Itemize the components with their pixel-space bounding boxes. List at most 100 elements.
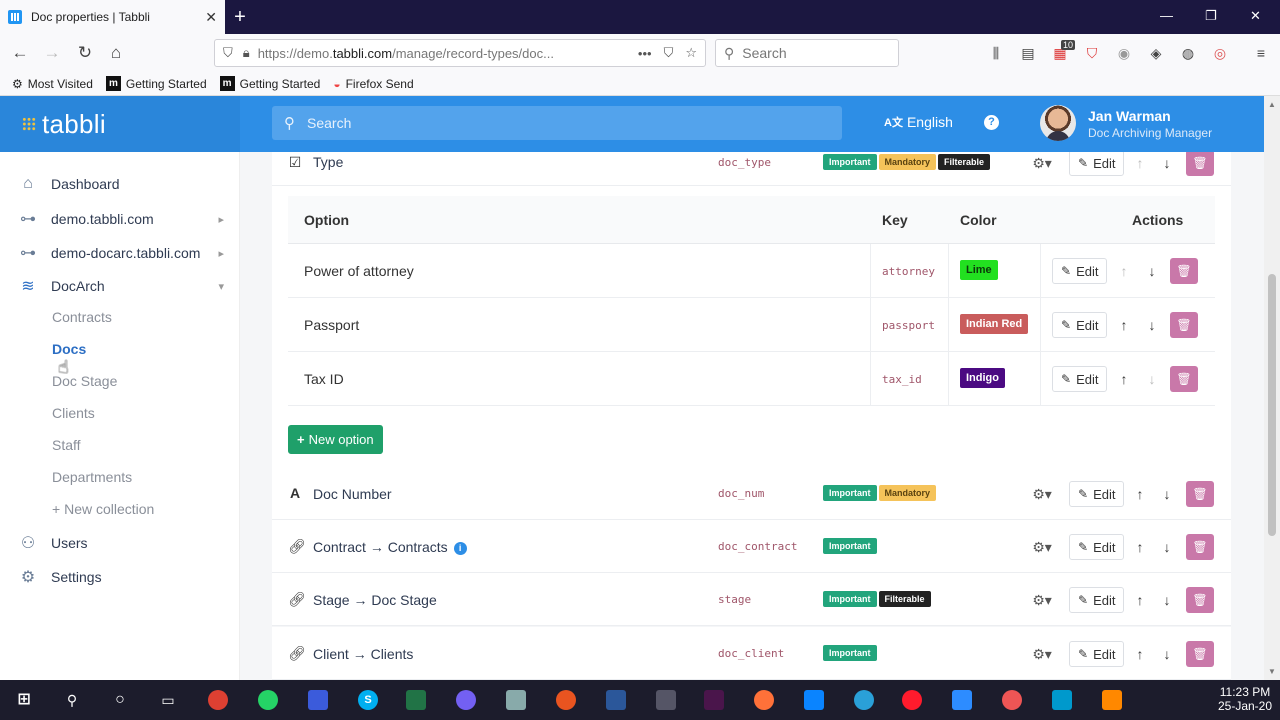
browser-search-input[interactable]: ⚲ Search	[715, 39, 899, 67]
language-selector[interactable]: A文 English	[884, 114, 953, 130]
edit-button[interactable]: ✎ Edit	[1069, 587, 1125, 613]
scroll-up-icon[interactable]: ▲	[1268, 100, 1276, 109]
browser-tab[interactable]: Doc properties | Tabbli ✕	[0, 0, 225, 34]
edit-button[interactable]: ✎ Edit	[1069, 641, 1125, 667]
sidebar-sub-docs[interactable]: Docs	[52, 341, 86, 357]
user-name[interactable]: Jan Warman	[1088, 108, 1171, 124]
bookmark-star-icon[interactable]: ☆	[685, 45, 697, 61]
restore-icon[interactable]: ❐	[1205, 8, 1217, 24]
sidebar-item-settings[interactable]: ⚙ Settings	[18, 567, 230, 587]
edit-button[interactable]: ✎ Edit	[1069, 481, 1125, 507]
app-icon[interactable]	[606, 690, 626, 710]
move-up-button[interactable]: ↑	[1111, 258, 1137, 284]
app-search-input[interactable]: ⚲ Search	[272, 106, 842, 140]
settings-dropdown-button[interactable]: ⚙▾	[1024, 587, 1060, 613]
addon-icon[interactable]: ◎	[1212, 45, 1228, 61]
move-up-button[interactable]: ↑	[1127, 481, 1153, 507]
sidebar-new-collection[interactable]: + New collection	[52, 501, 154, 517]
delete-button[interactable]: 🗑︎	[1186, 152, 1214, 176]
move-up-button[interactable]: ↑	[1127, 641, 1153, 667]
move-up-button[interactable]: ↑	[1127, 534, 1153, 560]
settings-dropdown-button[interactable]: ⚙▾	[1024, 481, 1060, 507]
layers-icon[interactable]: ◈	[1148, 45, 1164, 61]
move-down-button[interactable]: ↓	[1154, 481, 1180, 507]
minimize-icon[interactable]: —	[1160, 8, 1173, 23]
search-icon[interactable]: ⚲	[62, 690, 82, 710]
system-clock[interactable]: 11:23 PM 25-Jan-20	[1210, 685, 1280, 713]
delete-button[interactable]: 🗑︎	[1170, 258, 1198, 284]
sidebar-item-dashboard[interactable]: ⌂ Dashboard	[18, 175, 230, 193]
new-option-button[interactable]: + New option	[288, 425, 383, 454]
window-close-icon[interactable]: ✕	[1250, 8, 1261, 24]
pocket-icon[interactable]: ⛉	[664, 45, 674, 61]
move-down-button[interactable]: ↓	[1154, 587, 1180, 613]
skype-icon[interactable]: S	[358, 690, 378, 710]
delete-button[interactable]: 🗑︎	[1186, 587, 1214, 613]
help-icon[interactable]: ?	[984, 115, 999, 130]
sidebar-item-demo-docarc[interactable]: ⊶ demo-docarc.tabbli.com ▸	[18, 243, 230, 263]
page-scrollbar[interactable]: ▲ ▼	[1264, 96, 1280, 680]
edit-button[interactable]: ✎ Edit	[1052, 258, 1108, 284]
move-down-button[interactable]: ↓	[1139, 366, 1165, 392]
app-icon[interactable]	[804, 690, 824, 710]
forward-icon[interactable]: →	[42, 43, 62, 63]
bookmark-most-visited[interactable]: ⚙ Most Visited	[12, 77, 93, 91]
firefox-icon[interactable]	[754, 690, 774, 710]
move-down-button[interactable]: ↓	[1154, 152, 1180, 176]
viber-icon[interactable]	[456, 690, 476, 710]
scroll-down-icon[interactable]: ▼	[1268, 667, 1276, 676]
windows-start-icon[interactable]: ⊞	[14, 690, 34, 710]
delete-button[interactable]: 🗑︎	[1186, 641, 1214, 667]
sidebar-sub-staff[interactable]: Staff	[52, 437, 81, 453]
mask-icon[interactable]: ◉	[1116, 45, 1132, 61]
settings-dropdown-button[interactable]: ⚙▾	[1024, 152, 1060, 176]
delete-button[interactable]: 🗑︎	[1186, 534, 1214, 560]
sidebar-sub-clients[interactable]: Clients	[52, 405, 95, 421]
sidebar-item-demo-tabbli[interactable]: ⊶ demo.tabbli.com ▸	[18, 209, 230, 229]
home-icon[interactable]: ⌂	[106, 43, 126, 63]
excel-icon[interactable]	[406, 690, 426, 710]
app-icon[interactable]	[1052, 690, 1072, 710]
tab-close-icon[interactable]: ✕	[205, 9, 217, 26]
delete-button[interactable]: 🗑︎	[1186, 481, 1214, 507]
bookmark-getting-started-2[interactable]: m Getting Started	[219, 76, 320, 91]
pocket-ext-icon[interactable]: ⛉	[1084, 45, 1100, 61]
app-logo[interactable]: tabbli	[0, 96, 240, 152]
edit-button[interactable]: ✎ Edit	[1052, 312, 1108, 338]
delete-button[interactable]: 🗑︎	[1170, 312, 1198, 338]
save-icon[interactable]	[308, 690, 328, 710]
scrollbar-thumb[interactable]	[1268, 274, 1276, 536]
move-up-button[interactable]: ↑	[1111, 312, 1137, 338]
page-actions-icon[interactable]: •••	[638, 46, 652, 61]
app-icon[interactable]	[1102, 690, 1122, 710]
chrome-icon[interactable]	[208, 690, 228, 710]
edit-button[interactable]: ✎ Edit	[1069, 152, 1125, 176]
move-up-button[interactable]: ↑	[1111, 366, 1137, 392]
move-up-button[interactable]: ↑	[1127, 152, 1153, 176]
info-icon[interactable]: i	[453, 542, 467, 555]
sidebar-sub-contracts[interactable]: Contracts	[52, 309, 112, 325]
bookmark-firefox-send[interactable]: ◒ Firefox Send	[333, 77, 413, 91]
edit-button[interactable]: ✎ Edit	[1052, 366, 1108, 392]
sidebar-sub-departments[interactable]: Departments	[52, 469, 132, 485]
zoom-icon[interactable]	[952, 690, 972, 710]
url-bar[interactable]: ⛉ 🔒︎ https://demo.tabbli.com/manage/reco…	[214, 39, 706, 67]
reload-icon[interactable]: ↻	[75, 43, 95, 63]
app-icon[interactable]	[506, 690, 526, 710]
library-icon[interactable]: ⫼	[988, 45, 1004, 61]
back-icon[interactable]: ←	[10, 43, 30, 63]
edit-button[interactable]: ✎ Edit	[1069, 534, 1125, 560]
sidebar-icon[interactable]: ▤	[1020, 45, 1036, 61]
slack-icon[interactable]	[704, 690, 724, 710]
menu-icon[interactable]: ≡	[1253, 45, 1269, 61]
telegram-icon[interactable]	[854, 690, 874, 710]
move-down-button[interactable]: ↓	[1154, 534, 1180, 560]
task-view-icon[interactable]: ▭	[158, 690, 178, 710]
settings-dropdown-button[interactable]: ⚙▾	[1024, 534, 1060, 560]
ubuntu-icon[interactable]	[556, 690, 576, 710]
move-up-button[interactable]: ↑	[1127, 587, 1153, 613]
bookmark-getting-started[interactable]: m Getting Started	[105, 76, 207, 91]
delete-button[interactable]: 🗑︎	[1170, 366, 1198, 392]
opera-icon[interactable]	[902, 690, 922, 710]
move-down-button[interactable]: ↓	[1139, 258, 1165, 284]
